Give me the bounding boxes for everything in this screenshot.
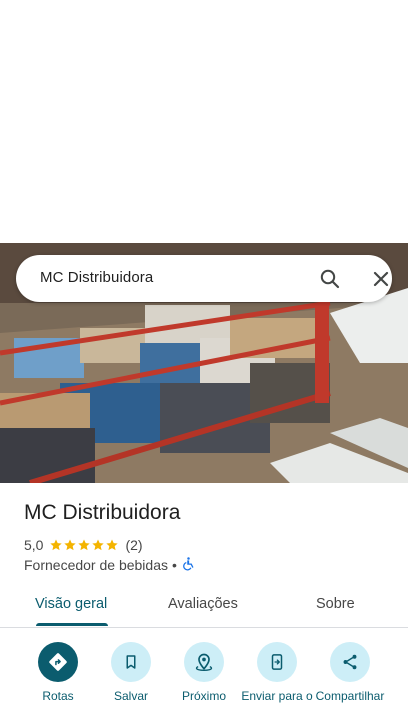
- nearby-button-circle: [184, 642, 224, 682]
- maps-place-page: MC Distribuidora MC Distribuidora 5,0 (2…: [0, 0, 408, 726]
- share-button-circle: [330, 642, 370, 682]
- star-icon: [92, 539, 105, 551]
- send-to-phone-icon: [271, 654, 283, 670]
- tab-active-indicator: [36, 623, 108, 626]
- directions-icon: [49, 653, 67, 671]
- search-bar[interactable]: MC Distribuidora: [16, 255, 392, 302]
- save-label: Salvar: [113, 689, 148, 703]
- star-icon: [106, 539, 119, 551]
- category-row: Fornecedor de bebidas •: [24, 556, 196, 574]
- send-to-phone-label: Enviar para o: [241, 689, 313, 703]
- star-icon: [78, 539, 91, 551]
- place-category: Fornecedor de bebidas: [24, 557, 168, 573]
- star-icon: [50, 539, 63, 551]
- close-icon[interactable]: [369, 267, 393, 291]
- directions-label: Rotas: [42, 689, 74, 703]
- share-button[interactable]: Compartilhar: [310, 642, 390, 703]
- rating-row[interactable]: 5,0 (2): [24, 536, 143, 554]
- tab-overview[interactable]: Visão geral: [35, 596, 107, 612]
- place-tabs: Visão geral Avaliações Sobre: [0, 585, 408, 628]
- directions-button[interactable]: Rotas: [18, 642, 98, 703]
- send-to-phone-button[interactable]: Enviar para o: [237, 642, 317, 703]
- tab-about[interactable]: Sobre: [316, 596, 355, 612]
- star-icon: [64, 539, 77, 551]
- save-button[interactable]: Salvar: [91, 642, 171, 703]
- share-icon: [343, 654, 357, 670]
- share-label: Compartilhar: [315, 689, 385, 703]
- bookmark-icon: [126, 655, 136, 669]
- send-to-phone-button-circle: [257, 642, 297, 682]
- search-input[interactable]: MC Distribuidora: [40, 269, 153, 286]
- place-title: MC Distribuidora: [24, 501, 181, 524]
- star-rating: [49, 538, 119, 552]
- separator-dot: •: [172, 557, 177, 573]
- nearby-button[interactable]: Próximo: [164, 642, 244, 703]
- search-icon[interactable]: [318, 267, 342, 291]
- wheelchair-icon[interactable]: [181, 556, 196, 574]
- directions-button-circle: [38, 642, 78, 682]
- nearby-icon: [195, 653, 213, 672]
- review-count[interactable]: (2): [125, 537, 142, 553]
- nearby-label: Próximo: [181, 689, 226, 703]
- rating-value: 5,0: [24, 537, 44, 553]
- tab-reviews[interactable]: Avaliações: [168, 596, 238, 612]
- tabs-divider: [0, 627, 408, 628]
- save-button-circle: [111, 642, 151, 682]
